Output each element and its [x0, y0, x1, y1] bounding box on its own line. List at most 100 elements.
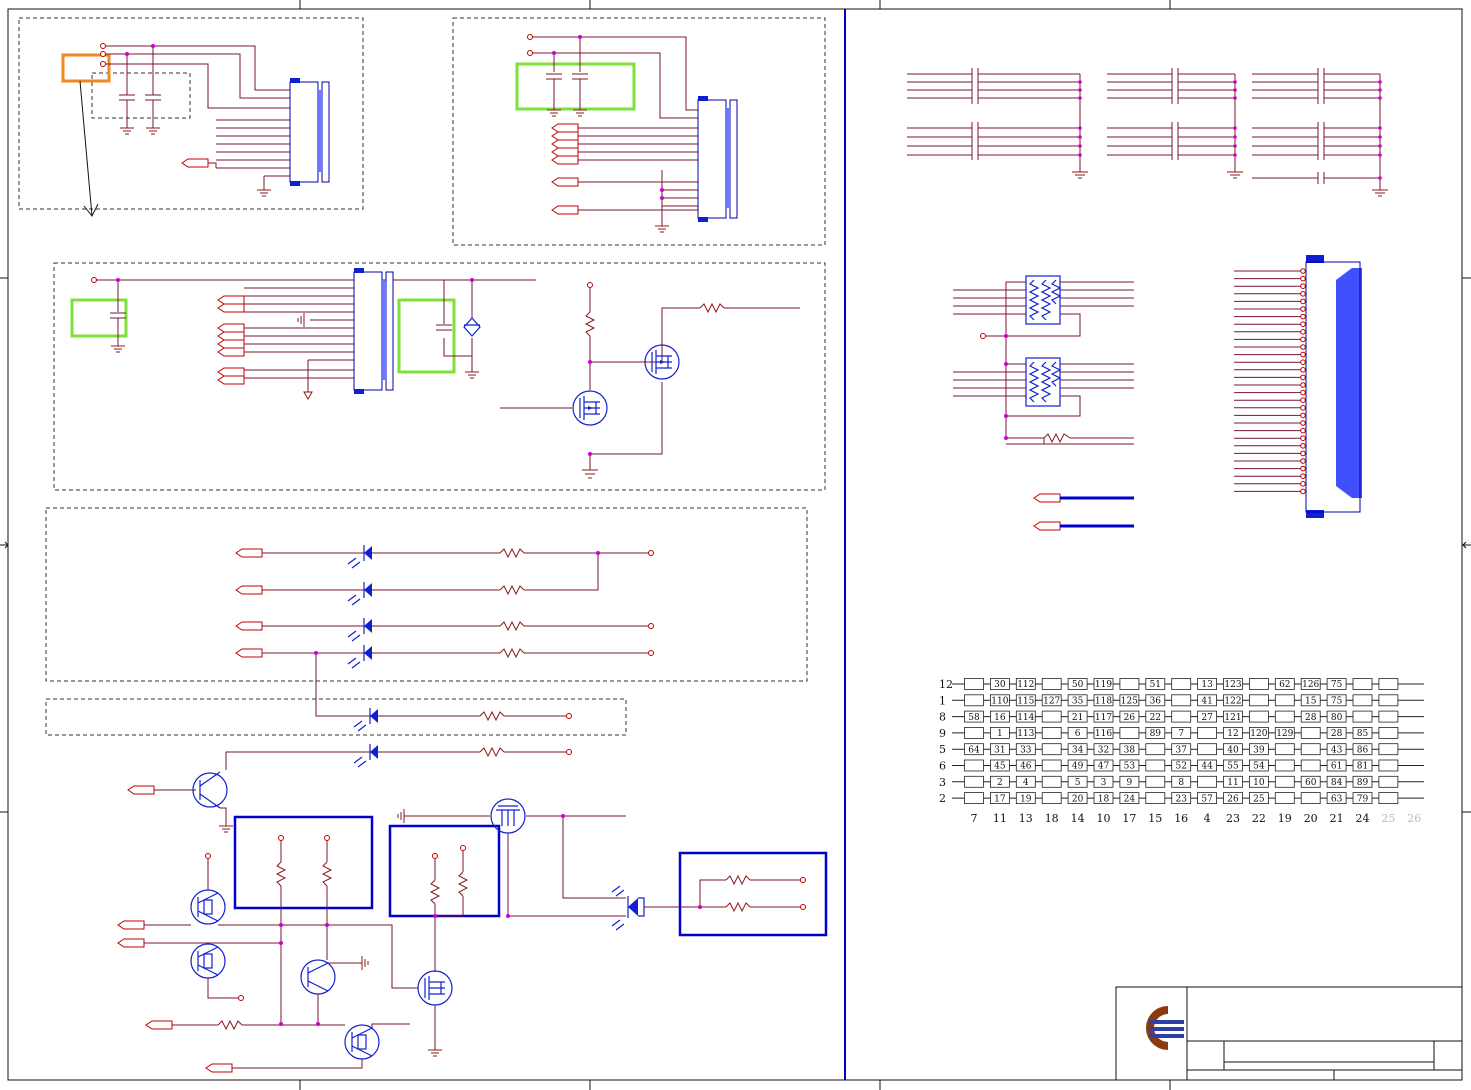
fpc-pin: [1300, 283, 1306, 290]
matrix-cell: [1041, 743, 1062, 756]
matrix-cell-value: 23: [1175, 794, 1187, 804]
blue-highlight-box-3: [678, 851, 828, 937]
matrix-cell-value: 81: [1357, 762, 1368, 772]
matrix-cell-value: 35: [1072, 697, 1084, 707]
matrix-cell-value: 89: [1150, 729, 1162, 739]
matrix-cell-value: 28: [1305, 713, 1317, 723]
matrix-cell-value: 58: [968, 713, 980, 723]
fpc-pin: [1300, 435, 1306, 442]
matrix-cell: [1352, 694, 1373, 707]
matrix-cell: [964, 775, 984, 788]
fpc-pin: [1300, 473, 1306, 480]
matrix-cell-value: 57: [1201, 794, 1213, 804]
bottom-transistor-block: [117, 744, 828, 1073]
title-block: [1115, 986, 1463, 1081]
matrix-cell: [1041, 792, 1062, 804]
matrix-cell-value: 60: [1305, 778, 1317, 788]
matrix-column-label: 21: [1330, 812, 1344, 825]
matrix-column-label: 26: [1407, 812, 1421, 825]
fpc-pin: [1300, 298, 1306, 305]
matrix-cell-value: 115: [1017, 697, 1034, 707]
matrix-cell: [1197, 775, 1217, 788]
matrix-cell-value: 55: [1227, 762, 1239, 772]
matrix-row-label: 1: [939, 694, 946, 707]
matrix-cell: [1300, 743, 1321, 756]
matrix-cell-value: 24: [1124, 794, 1136, 804]
matrix-cell-value: 121: [1224, 713, 1241, 723]
fpc-pin: [1300, 291, 1306, 297]
fpc-pin: [1300, 443, 1306, 449]
matrix-column-label: 13: [1019, 812, 1033, 825]
matrix-cell-value: 31: [994, 745, 1005, 755]
schematic-sheet: 12 30 112 50 119 51 13 123 62 126 751 110 115 127 35 11…: [0, 0, 1471, 1090]
matrix-cell-value: 13: [1201, 680, 1213, 690]
matrix-cell: [1378, 792, 1399, 804]
company-logo: [1146, 1006, 1184, 1050]
matrix-cell-value: 12: [1227, 729, 1238, 739]
matrix-cell-value: 86: [1357, 745, 1369, 755]
matrix-column-label: 14: [1071, 812, 1085, 825]
matrix-cell-value: 10: [1253, 778, 1265, 788]
matrix-cell: [1274, 759, 1295, 772]
fpc-pin: [1300, 405, 1306, 411]
matrix-cell: [1352, 678, 1373, 690]
matrix-column-label: 25: [1381, 812, 1395, 825]
fpc-pin: [1300, 351, 1306, 358]
matrix-cell-value: 47: [1098, 762, 1110, 772]
matrix-cell-value: 116: [1095, 729, 1112, 739]
matrix-cell-value: 64: [968, 745, 980, 755]
matrix-cell-value: 53: [1124, 762, 1136, 772]
matrix-cell-value: 33: [1020, 745, 1032, 755]
matrix-cell: [1041, 759, 1062, 772]
fpc-pin: [1300, 427, 1306, 434]
matrix-cell-value: 41: [1201, 697, 1212, 707]
fpc-pin: [1300, 344, 1306, 350]
matrix-cell-value: 5: [1075, 778, 1081, 788]
matrix-cell-value: 75: [1331, 680, 1343, 690]
green-highlight-box-mid: [397, 298, 456, 374]
matrix-cell: [1197, 743, 1217, 756]
matrix-column-label: 18: [1045, 812, 1059, 825]
matrix-cell: [1274, 775, 1295, 788]
matrix-cell-value: 114: [1017, 713, 1034, 723]
green-highlight-box-top: [515, 62, 636, 111]
fpc-pin: [1300, 488, 1306, 495]
matrix-column-label: 24: [1356, 812, 1370, 825]
matrix-cell-value: 21: [1072, 713, 1083, 723]
matrix-cell: [1145, 759, 1166, 772]
matrix-row-label: 12: [939, 678, 953, 691]
matrix-row-label: 2: [939, 792, 946, 805]
matrix-cell-value: 123: [1224, 680, 1241, 690]
matrix-column-label: 22: [1252, 812, 1266, 825]
matrix-cell: [1378, 775, 1399, 788]
matrix-cell-value: 84: [1331, 778, 1343, 788]
capacitor-array-block: [907, 68, 1388, 197]
matrix-cell-value: 50: [1072, 680, 1084, 690]
matrix-cell: [964, 792, 984, 804]
fpc-pin: [1300, 268, 1306, 274]
blue-highlight-box-1: [233, 815, 374, 910]
matrix-cell: [964, 727, 984, 739]
matrix-cell: [1145, 775, 1166, 788]
led-block: [45, 507, 808, 736]
matrix-cell-value: 54: [1253, 762, 1265, 772]
matrix-cell-value: 9: [1127, 778, 1133, 788]
matrix-cell: [1352, 710, 1373, 723]
matrix-cell-value: 16: [994, 713, 1006, 723]
matrix-row-label: 9: [939, 727, 946, 740]
matrix-cell-value: 28: [1331, 729, 1343, 739]
middle-left-block: [53, 262, 826, 491]
matrix-cell-value: 62: [1279, 680, 1290, 690]
matrix-cell-value: 1: [997, 729, 1003, 739]
matrix-cell: [1378, 727, 1399, 739]
matrix-cell-value: 43: [1331, 745, 1343, 755]
matrix-cell-value: 113: [1017, 729, 1034, 739]
matrix-cell: [1119, 678, 1140, 690]
matrix-cell-value: 89: [1357, 778, 1369, 788]
matrix-cell-value: 27: [1201, 713, 1213, 723]
matrix-cell-value: 26: [1227, 794, 1239, 804]
matrix-cell-value: 37: [1175, 745, 1187, 755]
matrix-column-label: 23: [1226, 812, 1240, 825]
matrix-cell-value: 40: [1227, 745, 1239, 755]
matrix-cell: [1300, 759, 1321, 772]
